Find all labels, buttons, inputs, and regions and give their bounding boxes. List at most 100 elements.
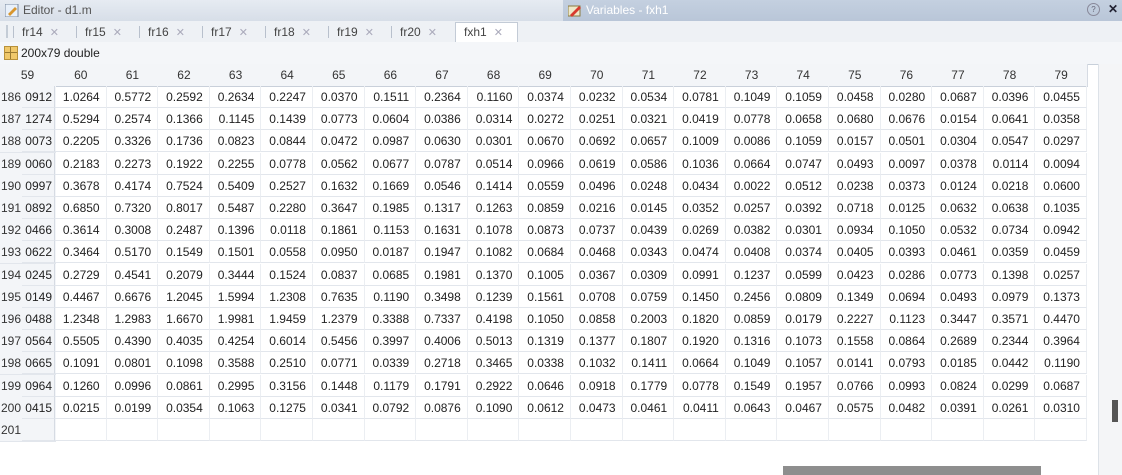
table-cell[interactable]: 1.2983 <box>106 308 159 330</box>
table-cell[interactable]: 0.2456 <box>725 285 778 308</box>
table-cell[interactable]: 0.1377 <box>571 330 623 353</box>
table-cell[interactable]: 0.1985 <box>364 197 417 219</box>
table-cell[interactable] <box>674 419 726 441</box>
table-cell[interactable]: 0.1160 <box>467 86 520 108</box>
table-cell[interactable]: 0.0694 <box>880 285 933 308</box>
table-cell[interactable]: 0.0824 <box>932 374 984 397</box>
close-icon[interactable]: ✕ <box>1108 2 1118 16</box>
table-cell[interactable]: 0.0493 <box>829 152 881 175</box>
table-cell[interactable]: 0.1179 <box>364 374 417 397</box>
table-cell[interactable]: 0.2079 <box>158 263 210 286</box>
tab-close-icon[interactable]: ✕ <box>428 27 437 39</box>
table-cell[interactable]: 0.0792 <box>364 396 417 419</box>
table-cell[interactable]: 0.0873 <box>519 219 571 242</box>
table-cell[interactable]: 0.0514 <box>467 152 520 175</box>
table-cell[interactable]: 0.0442 <box>983 352 1036 375</box>
column-header[interactable]: 59 <box>0 64 56 87</box>
table-cell[interactable]: 0.0154 <box>932 108 984 131</box>
table-cell[interactable]: 0.1450 <box>674 285 726 308</box>
table-cell[interactable]: 0.0257 <box>725 197 778 219</box>
table-cell[interactable]: 0.0599 <box>777 263 829 286</box>
table-cell[interactable]: 0.1090 <box>467 396 520 419</box>
table-cell[interactable]: 0.0859 <box>725 308 778 330</box>
tab-fr19[interactable]: fr19 ✕ <box>329 23 390 42</box>
table-cell[interactable]: 0.1414 <box>467 174 520 197</box>
table-cell[interactable]: 1.9981 <box>209 308 262 330</box>
table-cell[interactable]: 0.1145 <box>209 108 262 131</box>
table-cell[interactable]: 0.0405 <box>829 241 881 264</box>
table-cell[interactable]: 0.0467 <box>777 396 829 419</box>
table-cell[interactable]: 0.4467 <box>55 285 107 308</box>
table-cell[interactable] <box>364 419 417 441</box>
table-cell[interactable] <box>932 419 984 441</box>
table-cell[interactable]: 0.1439 <box>261 108 313 131</box>
table-cell[interactable]: 0.5013 <box>467 330 520 353</box>
table-cell[interactable]: 0.7524 <box>158 174 210 197</box>
table-cell[interactable]: 0.0859 <box>519 197 571 219</box>
table-cell[interactable]: 0.0734 <box>983 219 1036 242</box>
table-cell[interactable] <box>158 419 210 441</box>
table-cell[interactable]: 0.0687 <box>1035 374 1087 397</box>
horizontal-scroll-thumb[interactable] <box>783 466 1041 475</box>
table-cell[interactable]: 0.0386 <box>416 108 468 131</box>
table-cell[interactable]: 0.0641 <box>983 108 1036 131</box>
tab-close-icon[interactable]: ✕ <box>494 27 503 39</box>
table-cell[interactable]: 0.0664 <box>674 352 726 375</box>
table-cell[interactable]: 0.4470 <box>1035 308 1087 330</box>
table-cell[interactable]: 0.0185 <box>932 352 984 375</box>
column-header[interactable]: 62 <box>158 64 211 87</box>
column-header[interactable]: 65 <box>313 64 366 87</box>
table-cell[interactable]: 0.0501 <box>880 130 933 153</box>
table-cell[interactable]: 0.7320 <box>106 197 159 219</box>
table-cell[interactable]: 0.0411 <box>674 396 726 419</box>
table-cell[interactable]: 1.2308 <box>261 285 313 308</box>
table-cell[interactable]: 0.1807 <box>622 330 675 353</box>
table-cell[interactable]: 0.0781 <box>674 86 726 108</box>
table-cell[interactable]: 0.0864 <box>880 330 933 353</box>
table-cell[interactable]: 0.3678 <box>55 174 107 197</box>
column-header[interactable]: 61 <box>106 64 160 87</box>
table-cell[interactable]: 0.0248 <box>622 174 675 197</box>
table-cell[interactable]: 0.0232 <box>571 86 623 108</box>
table-cell[interactable]: 0.2247 <box>261 86 313 108</box>
table-cell[interactable]: 0073 <box>22 130 55 153</box>
table-cell[interactable]: 1274 <box>22 108 55 131</box>
table-cell[interactable]: 0.7635 <box>313 285 365 308</box>
table-cell[interactable]: 0.1549 <box>725 374 778 397</box>
table-cell[interactable]: 0.0646 <box>519 374 571 397</box>
table-cell[interactable]: 0.0996 <box>106 374 159 397</box>
tab-close-icon[interactable]: ✕ <box>239 27 248 39</box>
table-cell[interactable]: 0.2634 <box>209 86 262 108</box>
table-cell[interactable]: 0.0124 <box>932 174 984 197</box>
table-cell[interactable]: 0.1082 <box>467 241 520 264</box>
table-cell[interactable] <box>880 419 933 441</box>
table-cell[interactable]: 0.5294 <box>55 108 107 131</box>
table-cell[interactable]: 0.1073 <box>777 330 829 353</box>
table-cell[interactable]: 0.0534 <box>622 86 675 108</box>
table-cell[interactable]: 0892 <box>22 197 55 219</box>
table-cell[interactable]: 0466 <box>22 219 55 242</box>
table-cell[interactable]: 0.2255 <box>209 152 262 175</box>
table-cell[interactable] <box>209 419 262 441</box>
column-header[interactable]: 64 <box>261 64 314 87</box>
table-cell[interactable]: 0.1005 <box>519 263 571 286</box>
table-cell[interactable]: 0.0145 <box>622 197 675 219</box>
table-cell[interactable]: 0.1036 <box>674 152 726 175</box>
table-cell[interactable]: 0.1049 <box>725 86 778 108</box>
table-cell[interactable]: 0.1981 <box>416 263 468 286</box>
table-cell[interactable]: 0.1791 <box>416 374 468 397</box>
table-cell[interactable] <box>313 419 365 441</box>
table-cell[interactable] <box>55 419 107 441</box>
table-cell[interactable]: 0.1779 <box>622 374 675 397</box>
table-cell[interactable]: 0.4254 <box>209 330 262 353</box>
table-cell[interactable]: 0.0991 <box>674 263 726 286</box>
table-cell[interactable]: 0.0358 <box>1035 108 1087 131</box>
table-cell[interactable]: 0.1501 <box>209 241 262 264</box>
table-cell[interactable]: 0.0473 <box>571 396 623 419</box>
table-cell[interactable]: 0.1049 <box>725 352 778 375</box>
table-cell[interactable]: 0.0141 <box>829 352 881 375</box>
table-cell[interactable]: 0.1561 <box>519 285 571 308</box>
table-cell[interactable]: 0.4006 <box>416 330 468 353</box>
table-cell[interactable]: 0.1239 <box>467 285 520 308</box>
table-cell[interactable]: 0.0934 <box>829 219 881 242</box>
